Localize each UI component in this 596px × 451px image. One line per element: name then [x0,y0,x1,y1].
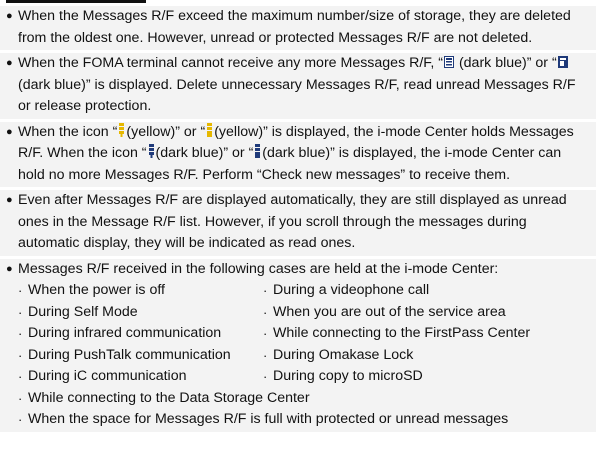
note-text: When the FOMA terminal cannot receive an… [18,53,590,118]
case-item: · While connecting to the FirstPass Cente… [263,323,590,345]
case-item: · While connecting to the Data Storage Ce… [18,388,590,410]
case-item: · When the power is off [18,280,263,302]
center-full-icon-dark-blue [148,144,155,158]
case-text: During Omakase Lock [273,346,414,363]
case-item: · During Self Mode [18,302,263,324]
note-cannot-receive: ● When the FOMA terminal cannot receive … [0,53,596,119]
case-text: While connecting to the Data Storage Cen… [28,389,310,406]
case-item: · During copy to microSD [263,366,590,388]
case-text: During Self Mode [28,303,138,320]
case-text: During PushTalk communication [28,346,231,363]
case-dot: · [18,283,23,298]
case-dot: · [263,283,268,298]
case-dot: · [263,326,268,341]
case-item: · During a videophone call [263,280,590,302]
case-text: During infrared communication [28,325,222,341]
note-center-holds: ● When the icon “(yellow)” or “(yellow)”… [0,121,596,187]
case-text: When you are out of the service area [273,303,506,320]
text-segment: (dark blue)” or “ [455,55,557,71]
case-item: · During Omakase Lock [263,345,590,367]
bullet: ● [6,262,13,275]
note-auto-display: ● Even after Messages R/F are displayed … [0,190,596,256]
center-holds-icon-yellow-alt [206,122,213,137]
bullet: ● [6,125,13,138]
center-full-icon-dark-blue-alt [254,144,261,158]
text-segment: When the FOMA terminal cannot receive an… [18,55,443,71]
case-text: When the power is off [28,282,165,298]
bullet: ● [6,194,13,206]
text-segment: (dark blue)” is displayed. Delete unnece… [18,76,576,115]
case-text: During a videophone call [273,282,430,298]
text-segment: (dark blue)” or “ [155,145,254,161]
bullet: ● [6,57,13,69]
case-item: · When you are out of the service area [263,302,590,324]
note-text: When the icon “(yellow)” or “(yellow)” i… [18,122,590,187]
bullet: ● [6,10,13,22]
case-dot: · [263,347,268,363]
text-segment: When the icon “ [18,123,118,140]
section-top-rule [6,0,146,3]
held-cases-grid: · When the power is off · During a videoph… [18,280,590,431]
case-item: · During PushTalk communication [18,345,263,367]
text-segment: (yellow)” or “ [126,123,206,140]
case-item: · During iC communication [18,366,263,388]
case-dot: · [18,304,23,320]
note-storage-limit: ● When the Messages R/F exceed the maxim… [0,6,596,50]
center-holds-icon-yellow [118,122,125,137]
note-text: When the Messages R/F exceed the maximum… [18,8,571,46]
case-dot: · [263,304,268,320]
notes-list: ● When the Messages R/F exceed the maxim… [0,6,596,435]
message-full-icon [444,56,454,68]
note-text: Messages R/F received in the following c… [18,260,499,277]
case-item: · When the space for Messages R/F is full… [18,409,590,431]
note-held-cases: ● Messages R/F received in the following… [0,258,596,432]
case-dot: · [263,369,268,384]
case-text: During copy to microSD [273,368,423,384]
case-text: During iC communication [28,368,187,384]
case-dot: · [18,326,23,341]
case-item: · During infrared communication [18,323,263,345]
note-text: Even after Messages R/F are displayed au… [18,192,567,251]
case-dot: · [18,347,23,363]
case-text: While connecting to the FirstPass Center [273,325,531,341]
case-dot: · [18,412,23,427]
message-full-icon-alt [557,56,568,68]
case-text: When the space for Messages R/F is full … [28,411,509,427]
case-dot: · [18,390,23,406]
case-dot: · [18,369,23,384]
